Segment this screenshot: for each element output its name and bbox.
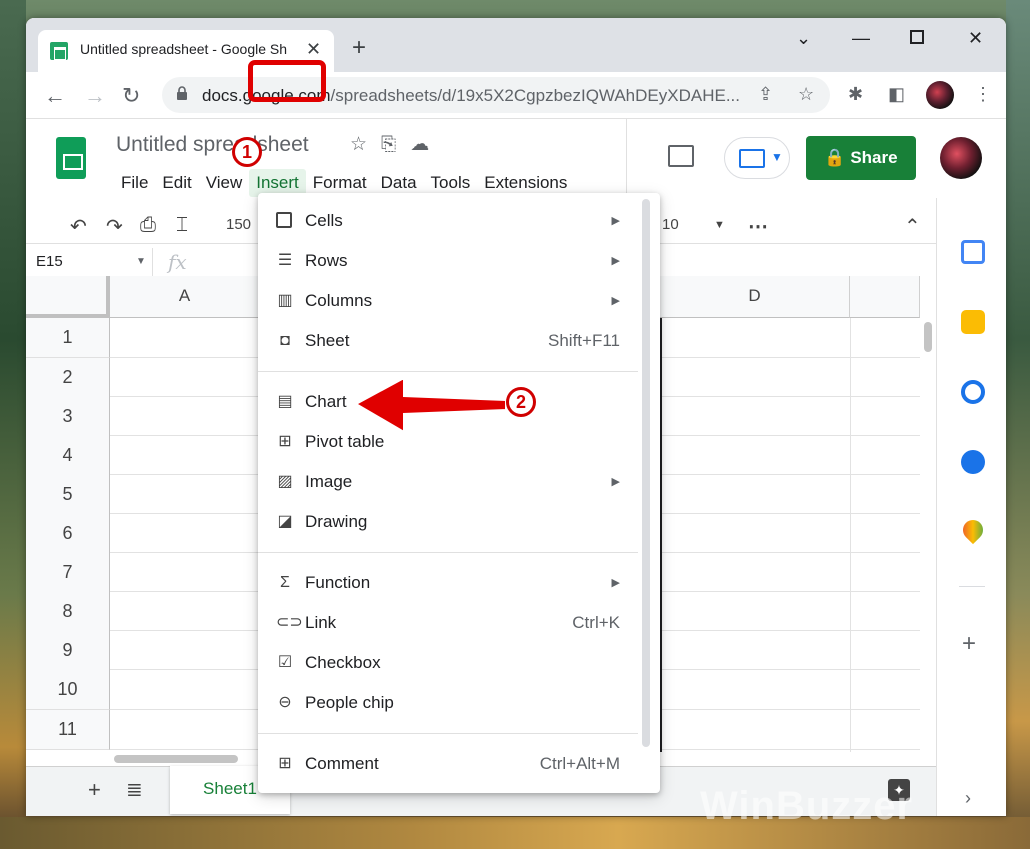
watermark-logo: WinBuzzer — [700, 784, 914, 828]
browser-window: Untitled spreadsheet - Google Sh ✕ + ⌄ —… — [26, 18, 1006, 816]
annotation-arrow — [353, 376, 507, 434]
desktop-background-left — [0, 0, 26, 849]
desktop-background-right — [1006, 0, 1030, 849]
step-2-badge: 2 — [506, 387, 536, 417]
